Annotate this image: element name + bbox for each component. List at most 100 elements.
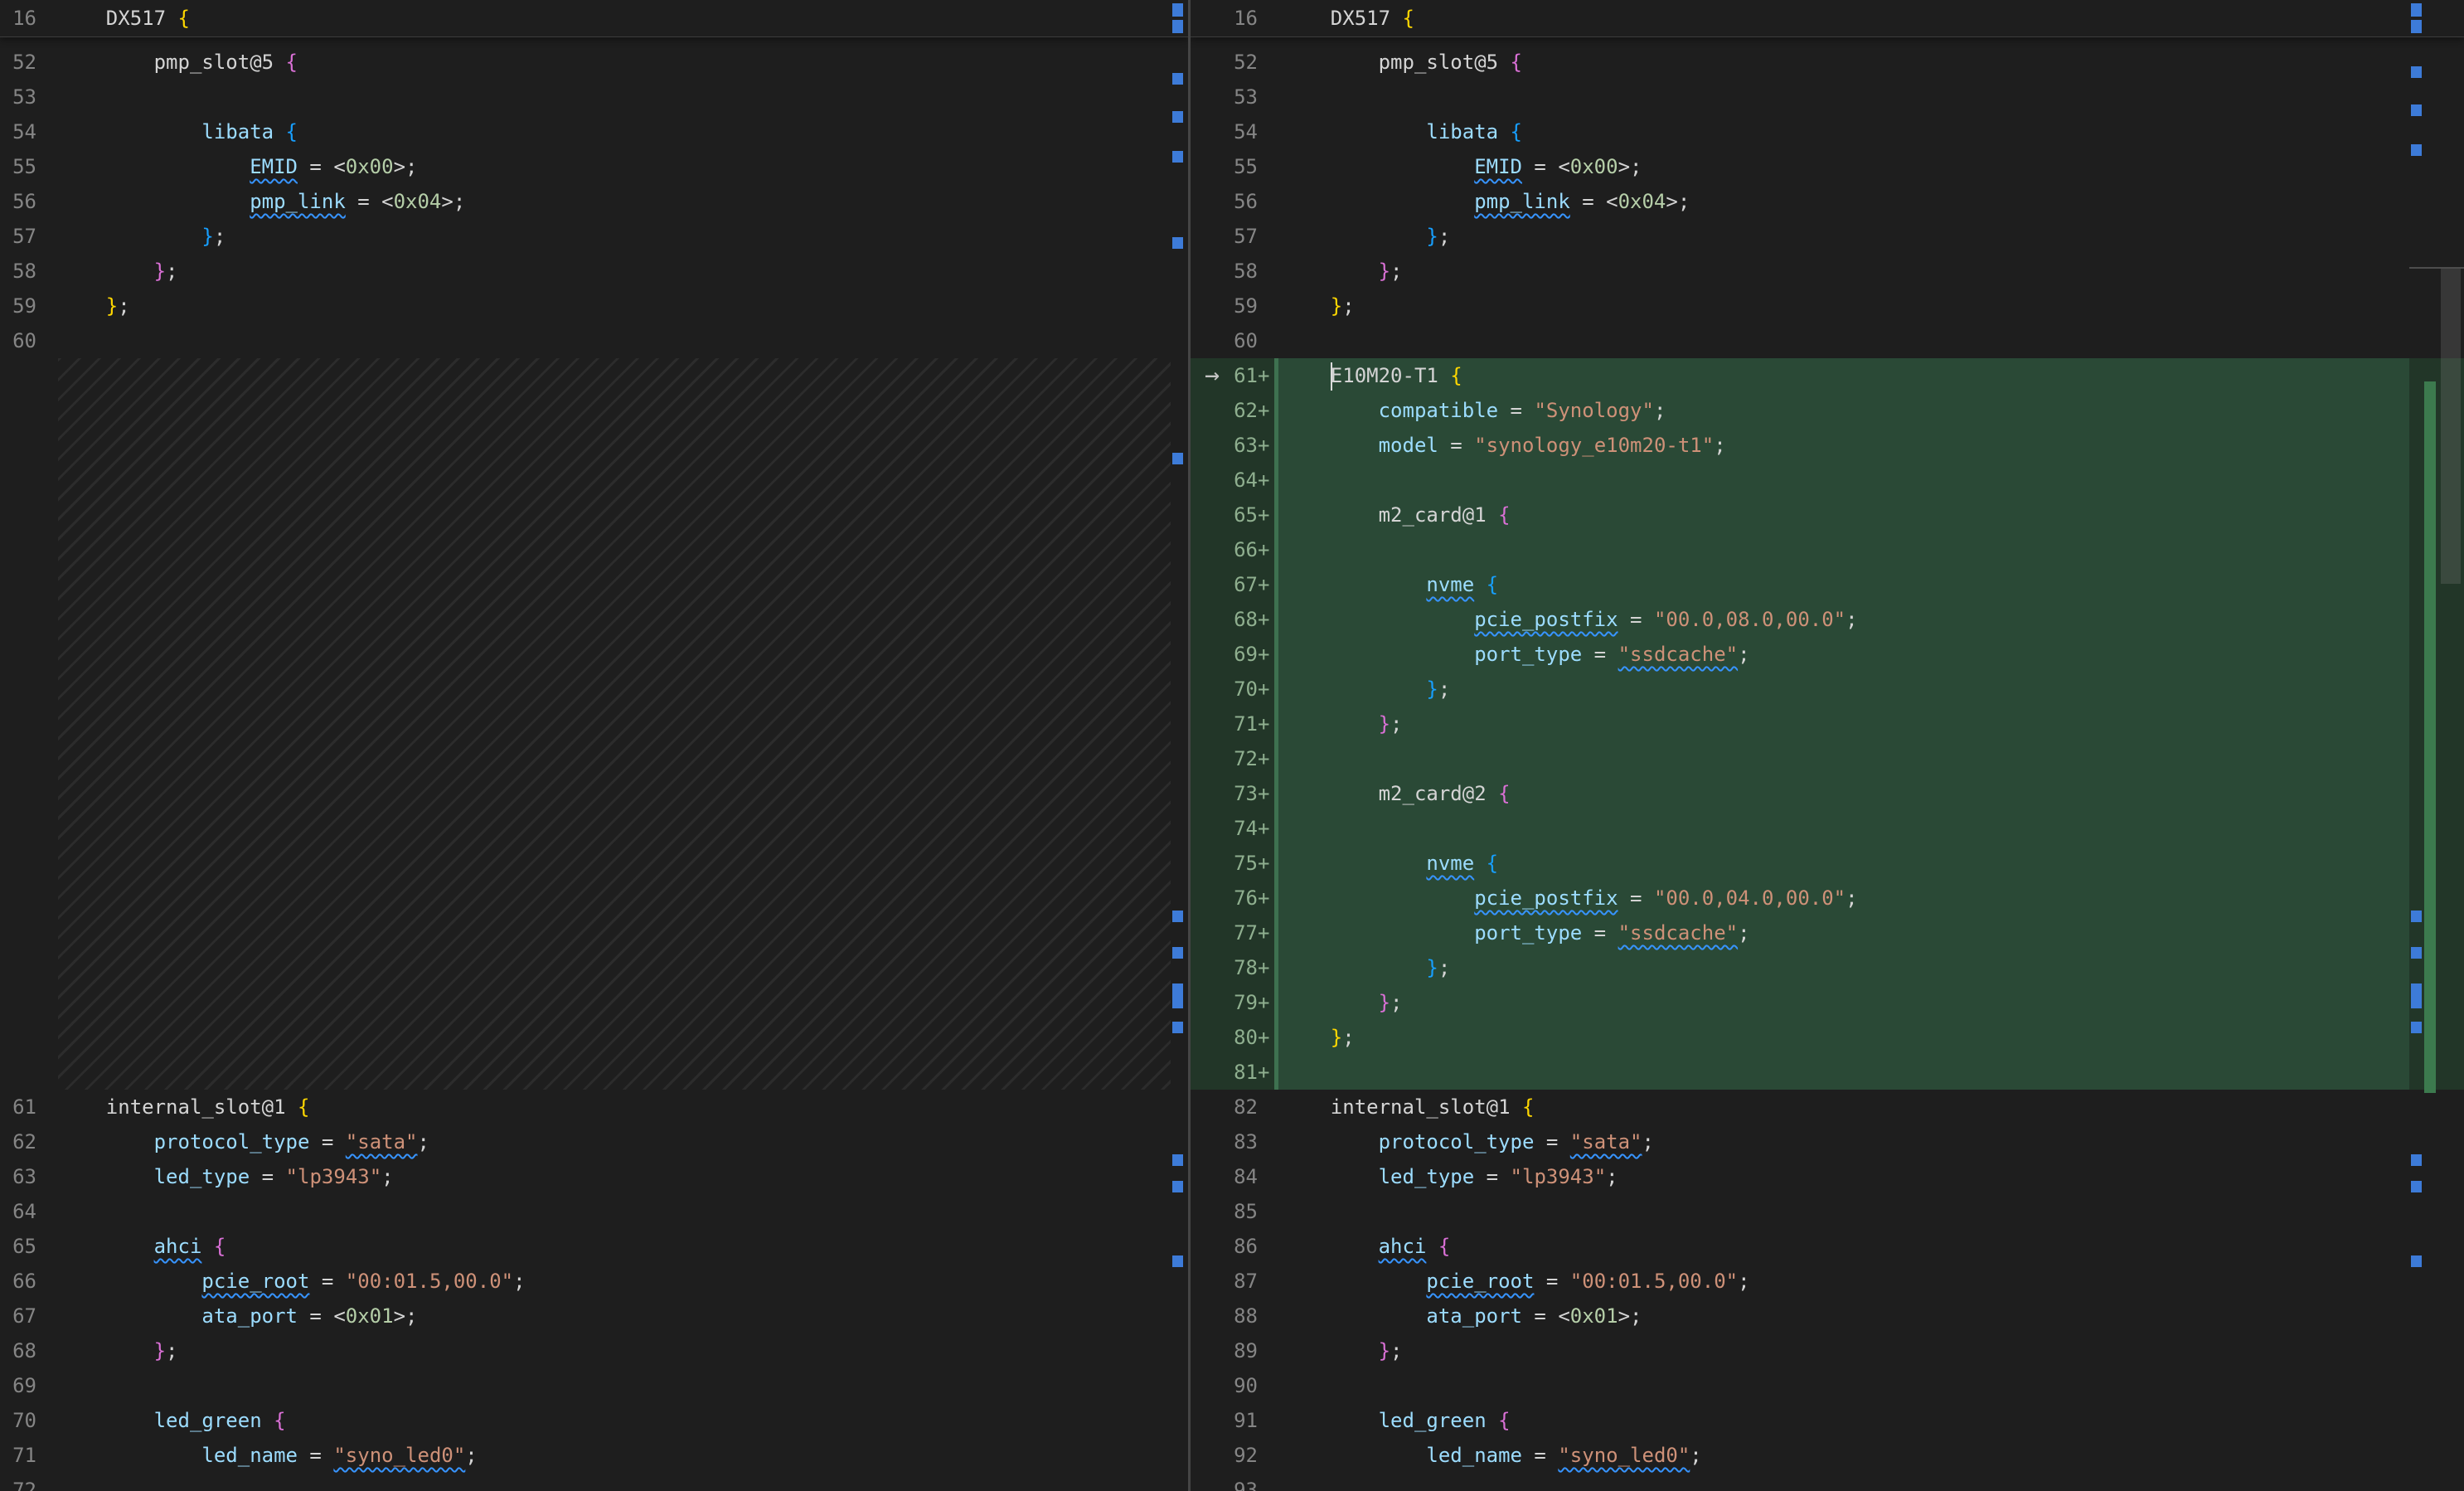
code-text[interactable]: m2_card@1 { xyxy=(1274,498,2409,532)
code-line[interactable]: 66+ xyxy=(1191,532,2464,567)
line-number[interactable]: 93 xyxy=(1191,1473,1258,1491)
line-number[interactable]: 64 xyxy=(1191,463,1258,498)
code-text[interactable] xyxy=(36,1194,1165,1229)
line-number[interactable]: 57 xyxy=(1191,219,1258,254)
code-line[interactable]: 71+ }; xyxy=(1191,707,2464,741)
line-number[interactable]: 53 xyxy=(1191,80,1258,114)
line-number[interactable]: 61 xyxy=(0,1090,36,1124)
line-number[interactable]: 63 xyxy=(1191,428,1258,463)
code-line[interactable]: 66 pcie_root = "00:01.5,00.0"; xyxy=(0,1264,1188,1299)
code-line[interactable]: 56 pmp_link = <0x04>; xyxy=(1191,184,2464,219)
overview-diff-marker[interactable] xyxy=(2411,3,2422,17)
overview-diff-marker[interactable] xyxy=(1172,111,1183,123)
code-line[interactable]: 64+ xyxy=(1191,463,2464,498)
code-line[interactable]: 67 ata_port = <0x01>; xyxy=(0,1299,1188,1333)
overview-diff-marker[interactable] xyxy=(2411,911,2422,922)
line-number[interactable]: 68 xyxy=(0,1333,36,1368)
code-line[interactable]: 78+ }; xyxy=(1191,950,2464,985)
code-text[interactable] xyxy=(1274,532,2409,567)
code-line[interactable]: 62+ compatible = "Synology"; xyxy=(1191,393,2464,428)
code-line[interactable]: 76+ pcie_postfix = "00.0,04.0,00.0"; xyxy=(1191,881,2464,915)
diff-change-arrow-icon[interactable]: → xyxy=(1196,358,1229,393)
line-number[interactable]: 72 xyxy=(0,1473,36,1491)
line-number[interactable]: 58 xyxy=(1191,254,1258,289)
code-text[interactable]: }; xyxy=(1274,985,2409,1020)
overview-diff-marker[interactable] xyxy=(2411,1255,2422,1267)
overview-diff-marker[interactable] xyxy=(1172,453,1183,464)
overview-added-block[interactable] xyxy=(2424,381,2436,1093)
line-number[interactable]: 92 xyxy=(1191,1438,1258,1473)
line-number[interactable]: 56 xyxy=(0,184,36,219)
line-number[interactable]: 69 xyxy=(0,1368,36,1403)
code-text[interactable]: ahci { xyxy=(36,1229,1165,1264)
code-text[interactable]: }; xyxy=(36,1333,1165,1368)
code-text[interactable]: led_green { xyxy=(1274,1403,2409,1438)
line-number[interactable]: 59 xyxy=(0,289,36,323)
code-text[interactable]: }; xyxy=(36,219,1165,254)
overview-diff-marker[interactable] xyxy=(1172,1255,1183,1267)
code-text[interactable]: }; xyxy=(1274,707,2409,741)
code-text[interactable]: m2_card@2 { xyxy=(1274,776,2409,811)
overview-diff-marker[interactable] xyxy=(1172,3,1183,17)
line-number[interactable]: 90 xyxy=(1191,1368,1258,1403)
code-line[interactable]: 62 protocol_type = "sata"; xyxy=(0,1124,1188,1159)
code-text[interactable]: led_type = "lp3943"; xyxy=(36,1159,1165,1194)
code-line[interactable]: 58 }; xyxy=(1191,254,2464,289)
code-line[interactable]: 89 }; xyxy=(1191,1333,2464,1368)
code-text[interactable]: }; xyxy=(1274,219,2409,254)
code-line[interactable]: 83 protocol_type = "sata"; xyxy=(1191,1124,2464,1159)
line-number[interactable]: 89 xyxy=(1191,1333,1258,1368)
line-number[interactable]: 76 xyxy=(1191,881,1258,915)
line-number[interactable]: 64 xyxy=(0,1194,36,1229)
code-text[interactable] xyxy=(36,323,1165,358)
line-number[interactable]: 55 xyxy=(0,149,36,184)
code-line[interactable]: 65+ m2_card@1 { xyxy=(1191,498,2464,532)
code-line[interactable]: 64 xyxy=(0,1194,1188,1229)
line-number[interactable]: 73 xyxy=(1191,776,1258,811)
code-text[interactable]: libata { xyxy=(1274,114,2409,149)
line-number[interactable]: 57 xyxy=(0,219,36,254)
line-number[interactable]: 84 xyxy=(1191,1159,1258,1194)
code-text[interactable]: }; xyxy=(1274,950,2409,985)
code-line[interactable]: 70 led_green { xyxy=(0,1403,1188,1438)
line-number[interactable]: 16 xyxy=(1191,0,1258,36)
code-line[interactable]: 69 xyxy=(0,1368,1188,1403)
line-number[interactable]: 72 xyxy=(1191,741,1258,776)
code-text[interactable]: led_type = "lp3943"; xyxy=(1274,1159,2409,1194)
code-text[interactable] xyxy=(1274,1368,2409,1403)
code-line[interactable]: 59 }; xyxy=(1191,289,2464,323)
line-number[interactable]: 66 xyxy=(0,1264,36,1299)
code-line[interactable]: 92 led_name = "syno_led0"; xyxy=(1191,1438,2464,1473)
line-number[interactable]: 91 xyxy=(1191,1403,1258,1438)
code-line[interactable]: 79+ }; xyxy=(1191,985,2464,1020)
line-number[interactable]: 68 xyxy=(1191,602,1258,637)
overview-diff-marker[interactable] xyxy=(2411,1154,2422,1166)
code-text[interactable]: E10M20-T1 { xyxy=(1274,358,2409,393)
overview-diff-marker[interactable] xyxy=(1172,947,1183,959)
line-number[interactable]: 55 xyxy=(1191,149,1258,184)
code-line[interactable]: 52 pmp_slot@5 { xyxy=(0,45,1188,80)
code-text[interactable]: internal_slot@1 { xyxy=(1274,1090,2409,1124)
code-text[interactable]: led_name = "syno_led0"; xyxy=(36,1438,1165,1473)
code-line[interactable]: 93 xyxy=(1191,1473,2464,1491)
code-line[interactable]: 80+ }; xyxy=(1191,1020,2464,1055)
overview-ruler-right[interactable] xyxy=(2409,0,2464,1491)
line-number[interactable]: 86 xyxy=(1191,1229,1258,1264)
overview-diff-marker[interactable] xyxy=(2411,66,2422,78)
overview-diff-marker[interactable] xyxy=(2411,947,2422,959)
overview-diff-marker[interactable] xyxy=(1172,20,1183,33)
code-text[interactable]: }; xyxy=(36,254,1165,289)
code-line[interactable]: 81+ xyxy=(1191,1055,2464,1090)
code-line[interactable]: 85 xyxy=(1191,1194,2464,1229)
code-line[interactable]: 68+ pcie_postfix = "00.0,08.0,00.0"; xyxy=(1191,602,2464,637)
overview-diff-marker[interactable] xyxy=(1172,73,1183,85)
code-line[interactable]: 69+ port_type = "ssdcache"; xyxy=(1191,637,2464,672)
code-line[interactable]: 82 internal_slot@1 { xyxy=(1191,1090,2464,1124)
line-number[interactable]: 63 xyxy=(0,1159,36,1194)
code-text[interactable]: led_green { xyxy=(36,1403,1165,1438)
line-number[interactable]: 52 xyxy=(0,45,36,80)
code-text[interactable] xyxy=(36,80,1165,114)
overview-diff-marker[interactable] xyxy=(2411,1022,2422,1033)
overview-diff-marker[interactable] xyxy=(2411,104,2422,116)
code-line[interactable]: 54 libata { xyxy=(1191,114,2464,149)
